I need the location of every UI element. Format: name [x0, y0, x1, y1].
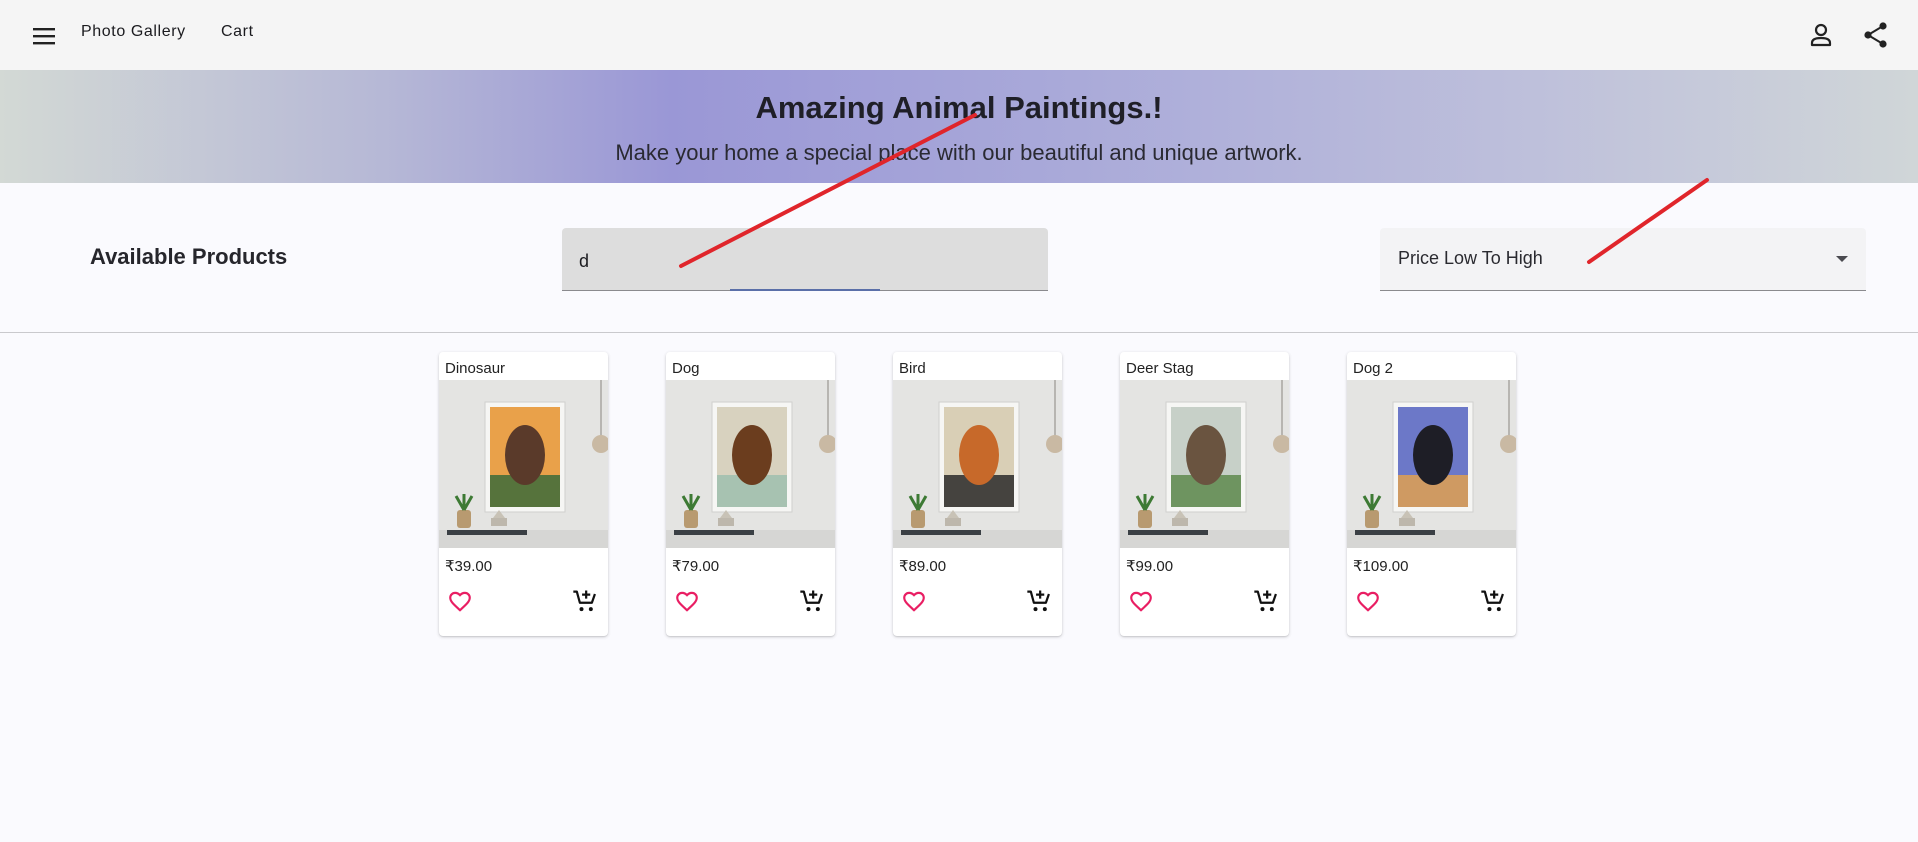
- add-to-cart-icon[interactable]: [1479, 587, 1507, 615]
- add-to-cart-icon[interactable]: [1252, 587, 1280, 615]
- nav-cart[interactable]: Cart: [221, 23, 254, 41]
- available-products-heading: Available Products: [90, 244, 288, 269]
- add-to-cart-icon[interactable]: [798, 587, 826, 615]
- chevron-down-icon: [1836, 256, 1848, 262]
- account-icon[interactable]: [1805, 19, 1837, 51]
- search-focus-indicator: [730, 289, 880, 291]
- product-name: Dog: [672, 360, 700, 377]
- banner-subtitle: Make your home a special place with our …: [615, 140, 1303, 165]
- product-image[interactable]: [1347, 380, 1516, 548]
- favorite-heart-icon[interactable]: [1128, 588, 1154, 614]
- product-name: Bird: [899, 360, 926, 377]
- menu-icon[interactable]: [28, 20, 60, 52]
- favorite-heart-icon[interactable]: [674, 588, 700, 614]
- product-card[interactable]: Dog 2 ₹109.00: [1347, 352, 1516, 636]
- section-divider: [0, 332, 1918, 333]
- sort-selected-value: Price Low To High: [1398, 248, 1543, 268]
- product-image[interactable]: [1120, 380, 1289, 548]
- product-name: Deer Stag: [1126, 360, 1194, 377]
- top-toolbar: Photo Gallery Cart: [0, 0, 1918, 70]
- share-icon[interactable]: [1860, 19, 1892, 51]
- product-image[interactable]: [666, 380, 835, 548]
- product-name: Dog 2: [1353, 360, 1394, 377]
- product-price: ₹79.00: [672, 558, 720, 575]
- product-card[interactable]: Deer Stag ₹99.00: [1120, 352, 1289, 636]
- product-name: Dinosaur: [445, 360, 506, 377]
- favorite-heart-icon[interactable]: [1355, 588, 1381, 614]
- product-card[interactable]: Bird ₹89.00: [893, 352, 1062, 636]
- favorite-heart-icon[interactable]: [901, 588, 927, 614]
- product-image[interactable]: [893, 380, 1062, 548]
- product-price: ₹99.00: [1126, 558, 1174, 575]
- product-card[interactable]: Dinosaur ₹39.00: [439, 352, 608, 636]
- banner-title: Amazing Animal Paintings.!: [755, 90, 1163, 125]
- add-to-cart-icon[interactable]: [571, 587, 599, 615]
- product-card[interactable]: Dog ₹79.00: [666, 352, 835, 636]
- product-image[interactable]: [439, 380, 608, 548]
- favorite-heart-icon[interactable]: [447, 588, 473, 614]
- add-to-cart-icon[interactable]: [1025, 587, 1053, 615]
- product-price: ₹89.00: [899, 558, 947, 575]
- hero-banner: Amazing Animal Paintings.! Make your hom…: [0, 70, 1918, 183]
- search-input[interactable]: [579, 248, 1019, 274]
- sort-select[interactable]: Price Low To High: [1380, 228, 1866, 291]
- product-price: ₹109.00: [1353, 558, 1409, 575]
- search-field[interactable]: [562, 228, 1048, 291]
- product-price: ₹39.00: [445, 558, 493, 575]
- nav-photo-gallery[interactable]: Photo Gallery: [81, 23, 186, 41]
